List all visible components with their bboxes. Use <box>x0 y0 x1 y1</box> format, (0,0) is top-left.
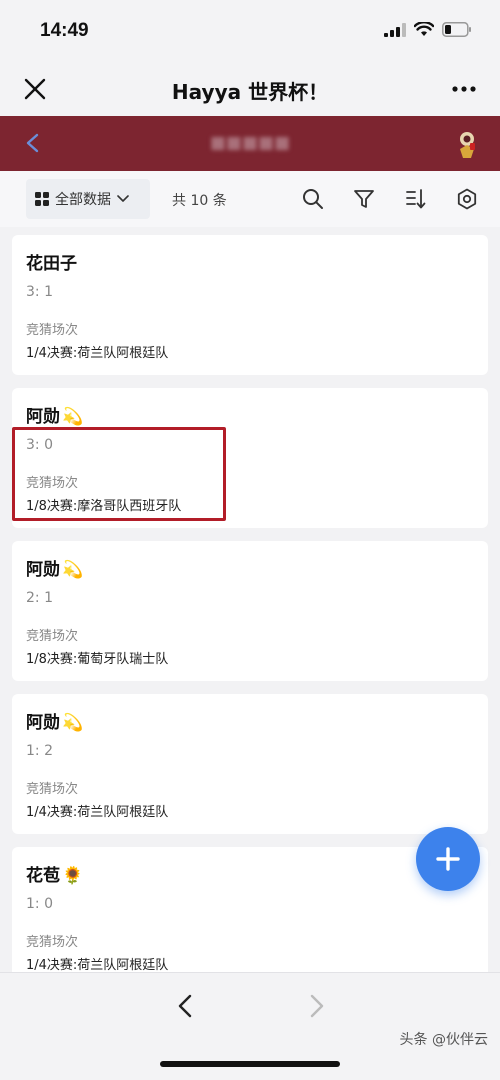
status-icons <box>384 22 472 37</box>
view-select-label: 全部数据 <box>55 192 111 208</box>
record-card[interactable]: 阿勋 💫 2: 1 竞猜场次 1/8决赛:葡萄牙队瑞士队 <box>12 541 488 681</box>
record-count: 共 10 条 <box>172 193 227 209</box>
card-score: 2: 1 <box>26 590 53 606</box>
card-score: 1: 0 <box>26 896 53 912</box>
card-field-value: 1/8决赛:摩洛哥队西班牙队 <box>26 499 182 514</box>
card-emoji: 💫 <box>62 407 84 427</box>
card-name: 花田子 <box>26 254 77 274</box>
app-header: ■■■■■ <box>0 116 500 171</box>
card-title: 阿勋 💫 <box>26 708 83 733</box>
card-field-value: 1/4决赛:荷兰队阿根廷队 <box>26 805 169 820</box>
card-score: 3: 1 <box>26 284 53 300</box>
card-field-value: 1/8决赛:葡萄牙队瑞士队 <box>26 652 169 667</box>
more-icon[interactable] <box>450 78 478 100</box>
header-title-blurred: ■■■■■ <box>209 133 291 153</box>
card-title: 阿勋 💫 <box>26 555 83 580</box>
card-name: 阿勋 <box>26 713 60 733</box>
status-bar: 14:49 <box>0 0 500 62</box>
grid-icon <box>35 192 49 206</box>
card-title: 花苞 🌻 <box>26 861 83 886</box>
plus-icon <box>436 847 460 871</box>
card-field-label: 竞猜场次 <box>26 323 79 338</box>
home-indicator <box>160 1061 340 1067</box>
sort-icon[interactable] <box>404 187 428 211</box>
avatar-icon[interactable] <box>454 129 480 159</box>
wifi-icon <box>414 22 434 36</box>
view-select[interactable]: 全部数据 <box>26 179 150 219</box>
card-emoji: 🌻 <box>62 866 84 886</box>
card-score: 3: 0 <box>26 437 53 453</box>
card-title: 阿勋 💫 <box>26 402 83 427</box>
card-field-label: 竞猜场次 <box>26 476 79 491</box>
record-card[interactable]: 阿勋 💫 1: 2 竞猜场次 1/4决赛:荷兰队阿根廷队 <box>12 694 488 834</box>
nav-bar: Hayya 世界杯！ <box>0 62 500 116</box>
card-score: 1: 2 <box>26 743 53 759</box>
card-field-value: 1/4决赛:荷兰队阿根廷队 <box>26 346 169 361</box>
watermark-text: 头条 @伙伴云 <box>399 1032 488 1048</box>
browser-forward-icon[interactable] <box>304 993 328 1019</box>
card-field-value: 1/4决赛:荷兰队阿根廷队 <box>26 958 169 972</box>
toolbar: 全部数据 共 10 条 <box>0 171 500 227</box>
battery-icon <box>442 22 471 37</box>
page-title: Hayya 世界杯！ <box>171 80 329 104</box>
watermark: 头条 @伙伴云 <box>400 1029 488 1049</box>
card-field-label: 竞猜场次 <box>26 782 79 797</box>
card-field-label: 竞猜场次 <box>26 629 79 644</box>
record-card[interactable]: 阿勋 💫 3: 0 竞猜场次 1/8决赛:摩洛哥队西班牙队 <box>12 388 488 528</box>
card-field-label: 竞猜场次 <box>26 935 79 950</box>
card-emoji: 💫 <box>62 560 84 580</box>
status-time: 14:49 <box>40 20 89 41</box>
bottom-bar: 头条 @伙伴云 <box>0 972 500 1080</box>
search-icon[interactable] <box>301 187 325 211</box>
card-name: 阿勋 <box>26 560 60 580</box>
add-record-button[interactable] <box>416 827 480 891</box>
card-name: 阿勋 <box>26 407 60 427</box>
filter-icon[interactable] <box>352 187 376 211</box>
card-title: 花田子 <box>26 249 79 274</box>
browser-back-icon[interactable] <box>174 993 198 1019</box>
chevron-down-icon <box>117 195 129 202</box>
signal-icon <box>384 22 406 37</box>
settings-icon[interactable] <box>455 187 479 211</box>
card-emoji: 💫 <box>62 713 84 733</box>
record-card[interactable]: 花田子 3: 1 竞猜场次 1/4决赛:荷兰队阿根廷队 <box>12 235 488 375</box>
card-name: 花苞 <box>26 866 60 886</box>
